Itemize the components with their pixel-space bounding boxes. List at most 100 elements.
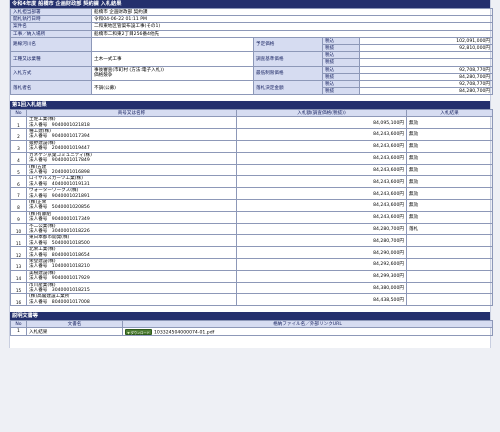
bid-company: 土佐工業(株) 法人番号 9040001021818 [26, 116, 237, 130]
kind-value: 土木一式工事 [91, 51, 254, 67]
bid-company: 栄登建設(株) 法人番号 1040001018210 [26, 258, 237, 271]
corp-number-label: 法人番号 [29, 264, 48, 270]
corp-number-line: 法人番号 4040001019131 [29, 182, 234, 187]
bid-result: 無効 [406, 151, 493, 165]
bid-amount: 84,280,700円 [236, 222, 407, 236]
corp-number: 9040001021818 [51, 122, 90, 128]
bid-amount: 84,380,000円 [236, 281, 407, 295]
corp-number-line: 法人番号 9040001017394 [29, 134, 234, 139]
col-result: 入札結果 [406, 109, 493, 118]
bid-amount: 84,243,600円 [236, 187, 407, 200]
bid-no: 15 [10, 281, 27, 295]
corp-number: 9040001017394 [51, 134, 90, 140]
bid-company: 市川産業(株) 法人番号 3040001018215 [26, 281, 237, 295]
bid-no: 4 [10, 151, 27, 165]
corp-number-line: 法人番号 3040001018215 [29, 288, 234, 293]
bid-result: 無効 [406, 128, 493, 141]
case-value: 二和東地区管渠布設工事(その1) [90, 22, 494, 31]
bid-company: 種工建(株) 法人番号 9040001017394 [26, 128, 237, 141]
download-icon: ▼ [127, 330, 130, 335]
bid-result: 無効 [406, 163, 493, 177]
place-value: 船橋市二和東2丁目256番4他先 [90, 29, 494, 38]
bid-company: (株)高閣建設工業所 法人番号 8040001017008 [26, 293, 237, 307]
doc-col-name: 文書名 [26, 320, 123, 329]
bid-row: 14 美樹建設(株) 法人番号 9040001017929 84,299,300円 [10, 269, 493, 283]
date-label: 開札執行日時 [10, 15, 92, 24]
corp-number-line: 法人番号 9040001021891 [29, 194, 234, 199]
min-in-value: 92,708,770円 [358, 65, 494, 74]
corp-number-label: 法人番号 [29, 146, 48, 152]
bid-no: 13 [10, 258, 27, 271]
corp-number: 1040001018210 [51, 264, 90, 270]
corp-number-label: 法人番号 [29, 299, 48, 305]
bid-amount: 84,292,600円 [236, 258, 407, 271]
bid-result [406, 234, 493, 248]
planned-label: 予定価格 [253, 36, 323, 53]
doc-col-no: No [10, 320, 27, 329]
corp-number: 3040001018215 [51, 288, 90, 294]
min-in-label: 税込 [322, 65, 360, 74]
corp-number-label: 法人番号 [29, 252, 48, 258]
case-info-table: 入札担当部署 船橋市 企画財政部 契約課 開札執行日時 令和04-06-22 0… [10, 7, 494, 96]
bid-company: ロイヤルズガーツ工業(株) 法人番号 4040001019131 [26, 175, 237, 189]
corp-number-label: 法人番号 [29, 240, 48, 246]
bid-row: 1 土佐工業(株) 法人番号 9040001021818 84,095,100円 無効 [10, 116, 493, 130]
corp-number-line: 法人番号 2040001019447 [29, 146, 234, 151]
bid-results-table: No 商号又は名称 入札額(調査価格(税抜)) 入札結果 1 土佐工業(株) 法人番… [10, 109, 493, 307]
bid-no: 7 [10, 187, 27, 200]
failed-label: 落札者名 [10, 79, 92, 96]
corp-number: 8040001018654 [51, 252, 90, 258]
corp-number-line: 法人番号 9040001021818 [29, 123, 234, 128]
corp-number-line: 法人番号 9040001017849 [29, 158, 234, 163]
bid-row: 6 ロイヤルズガーツ工業(株) 法人番号 4040001019131 84,243,6… [10, 175, 493, 189]
survey-in-label: 税込 [322, 51, 360, 60]
bid-amount: 84,438,500円 [236, 293, 407, 307]
docs-table: No 文書名 格納ファイル名／外部リンクURL 1 入札結果 ▼ダウンロード 10… [10, 320, 493, 337]
survey-out-value [358, 58, 494, 67]
corp-number-line: 法人番号 5040001018500 [29, 241, 234, 246]
bid-amount: 84,243,600円 [236, 198, 407, 212]
corp-number-label: 法人番号 [29, 205, 48, 211]
bid-row: 16 (株)高閣建設工業所 法人番号 8040001017008 84,438,500… [10, 293, 493, 307]
bid-row: 8 (株)正栄 法人番号 5040001020856 84,243,600円 無効 [10, 198, 493, 212]
min-out-label: 税抜 [322, 72, 360, 81]
col-name: 商号又は名称 [26, 109, 237, 118]
corp-number: 9040001021891 [51, 193, 90, 199]
col-no: No [10, 109, 27, 118]
decided-out-value: 84,280,700円 [358, 87, 494, 96]
download-button[interactable]: ▼ダウンロード [125, 328, 152, 335]
bid-row: 4 カネケン京葉コミュニティ(株) 法人番号 9040001017849 84,243… [10, 151, 493, 165]
corp-number-label: 法人番号 [29, 169, 48, 175]
corp-number: 9040001017929 [51, 276, 90, 282]
doc-name: 入札結果 [26, 327, 123, 337]
corp-number-line: 法人番号 2040001016898 [29, 170, 234, 175]
bid-amount: 84,243,600円 [236, 139, 407, 153]
bid-no: 16 [10, 293, 27, 307]
corp-number-line: 法人番号 9040001017929 [29, 276, 234, 281]
route-label: 路線河川名 [10, 36, 92, 53]
doc-no: 1 [10, 327, 27, 337]
bid-result [406, 246, 493, 259]
corp-number: 9040001017349 [51, 217, 90, 223]
corp-number: 3040001018226 [51, 228, 90, 234]
method-value: 事後審査(市町村 (方法:電子入札)) 価格競争 [91, 65, 254, 81]
decided-out-label: 税抜 [322, 87, 360, 96]
bid-no: 12 [10, 246, 27, 259]
failed-value: 不調(公募) [91, 79, 254, 96]
corp-number: 5040001020856 [51, 205, 90, 211]
dept-value: 船橋市 企画財政部 契約課 [90, 7, 494, 17]
bid-no: 5 [10, 163, 27, 177]
bid-row: 10 不二公業(株) 法人番号 3040001018226 84,280,700円 落札 [10, 222, 493, 236]
corp-number: 2040001019447 [51, 146, 90, 152]
corp-number-label: 法人番号 [29, 134, 48, 140]
bid-no: 9 [10, 210, 27, 224]
corp-number: 2040001016898 [51, 169, 90, 175]
bid-result [406, 293, 493, 307]
corp-number: 9040001017849 [51, 158, 90, 164]
bid-company: 猿野建設(株) 法人番号 2040001019447 [26, 139, 237, 153]
corp-number-label: 法人番号 [29, 181, 48, 187]
doc-file-link[interactable]: 103324504000074-01.pdf [154, 330, 214, 335]
bid-result [406, 258, 493, 271]
bid-company: 北栄工業(株) 法人番号 8040001018654 [26, 246, 237, 259]
survey-in-value [358, 51, 494, 60]
